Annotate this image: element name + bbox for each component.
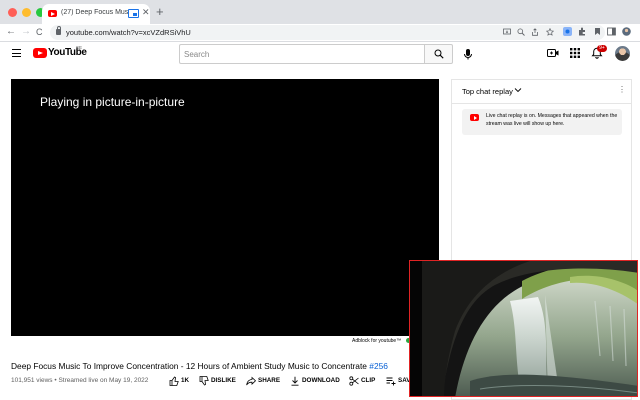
youtube-logo-icon[interactable] (33, 48, 47, 58)
reload-button[interactable]: C (36, 26, 43, 38)
browser-tab-strip: (27) Deep Focus Music To ✕ + (0, 0, 640, 24)
side-panel-icon[interactable] (607, 27, 616, 36)
new-tab-button[interactable]: + (156, 5, 164, 18)
logo-region-code: SE (76, 45, 83, 50)
video-hashtag-link[interactable]: #256 (369, 361, 388, 371)
video-title-text: Deep Focus Music To Improve Concentratio… (11, 361, 367, 371)
youtube-favicon-icon (48, 10, 57, 17)
picture-in-picture-window[interactable] (409, 260, 638, 397)
search-placeholder: Search (184, 50, 210, 59)
forward-button[interactable]: → (21, 26, 31, 38)
back-button[interactable]: ← (6, 26, 16, 38)
browser-profile-icon[interactable] (622, 27, 631, 36)
window-minimize-button[interactable] (22, 8, 31, 17)
youtube-notice-icon (470, 114, 479, 121)
voice-search-mic-icon[interactable] (460, 46, 476, 62)
account-avatar[interactable] (615, 46, 630, 61)
thumbs-down-icon (199, 376, 209, 386)
youtube-masthead: YouTube SE Search 9+ (0, 42, 640, 66)
scissors-icon (349, 376, 359, 386)
share-label: SHARE (258, 377, 281, 384)
menu-icon[interactable] (12, 49, 21, 57)
chat-replay-notice: Live chat replay is on. Messages that ap… (462, 109, 622, 135)
notification-count-badge: 9+ (597, 45, 607, 52)
video-title: Deep Focus Music To Improve Concentratio… (11, 361, 388, 371)
tab-close-icon[interactable]: ✕ (142, 7, 150, 18)
clip-label: CLIP (361, 377, 376, 384)
install-app-icon[interactable] (503, 28, 511, 36)
share-page-icon[interactable] (531, 28, 539, 36)
bookmark-star-icon[interactable] (546, 28, 554, 36)
window-close-button[interactable] (8, 8, 17, 17)
reading-list-icon[interactable] (593, 27, 602, 36)
extension-adblock-icon[interactable] (563, 27, 572, 36)
thumbs-up-icon (169, 376, 179, 386)
dislike-label: DISLIKE (211, 377, 236, 384)
search-button[interactable] (424, 44, 453, 64)
pip-video-frame (410, 261, 637, 396)
zoom-icon[interactable] (517, 28, 525, 36)
chevron-down-icon[interactable] (514, 87, 522, 93)
address-bar[interactable]: youtube.com/watch?v=xcVZdRSiVhU (50, 25, 605, 40)
picture-in-picture-icon (128, 9, 139, 18)
more-options-icon[interactable]: ⋮ (618, 86, 626, 94)
apps-grid-icon[interactable] (569, 47, 581, 59)
search-icon (434, 49, 444, 59)
create-video-icon[interactable] (547, 47, 559, 59)
tab-title: (27) Deep Focus Music To (61, 9, 137, 16)
like-count: 1K (181, 377, 190, 384)
chat-header: Top chat replay ⋮ (452, 80, 631, 104)
video-meta: 101,951 views • Streamed live on May 19,… (11, 377, 149, 384)
chat-notice-text: Live chat replay is on. Messages that ap… (486, 113, 618, 127)
adblock-label: Adblock for youtube™ (352, 338, 402, 344)
pip-status-message: Playing in picture-in-picture (40, 95, 185, 109)
download-label: DOWNLOAD (302, 377, 340, 384)
chat-mode-dropdown[interactable]: Top chat replay (462, 87, 513, 96)
browser-tab-active[interactable]: (27) Deep Focus Music To ✕ (42, 4, 150, 24)
video-player[interactable]: Playing in picture-in-picture (11, 79, 439, 336)
url-text: youtube.com/watch?v=xcVZdRSiVhU (66, 28, 191, 37)
browser-toolbar: ← → C youtube.com/watch?v=xcVZdRSiVhU (0, 24, 640, 42)
search-input[interactable]: Search (179, 44, 424, 64)
extensions-puzzle-icon[interactable] (578, 27, 587, 36)
download-icon (291, 376, 299, 386)
lock-icon (56, 26, 61, 35)
save-playlist-icon (386, 377, 396, 386)
share-arrow-icon (246, 376, 256, 386)
